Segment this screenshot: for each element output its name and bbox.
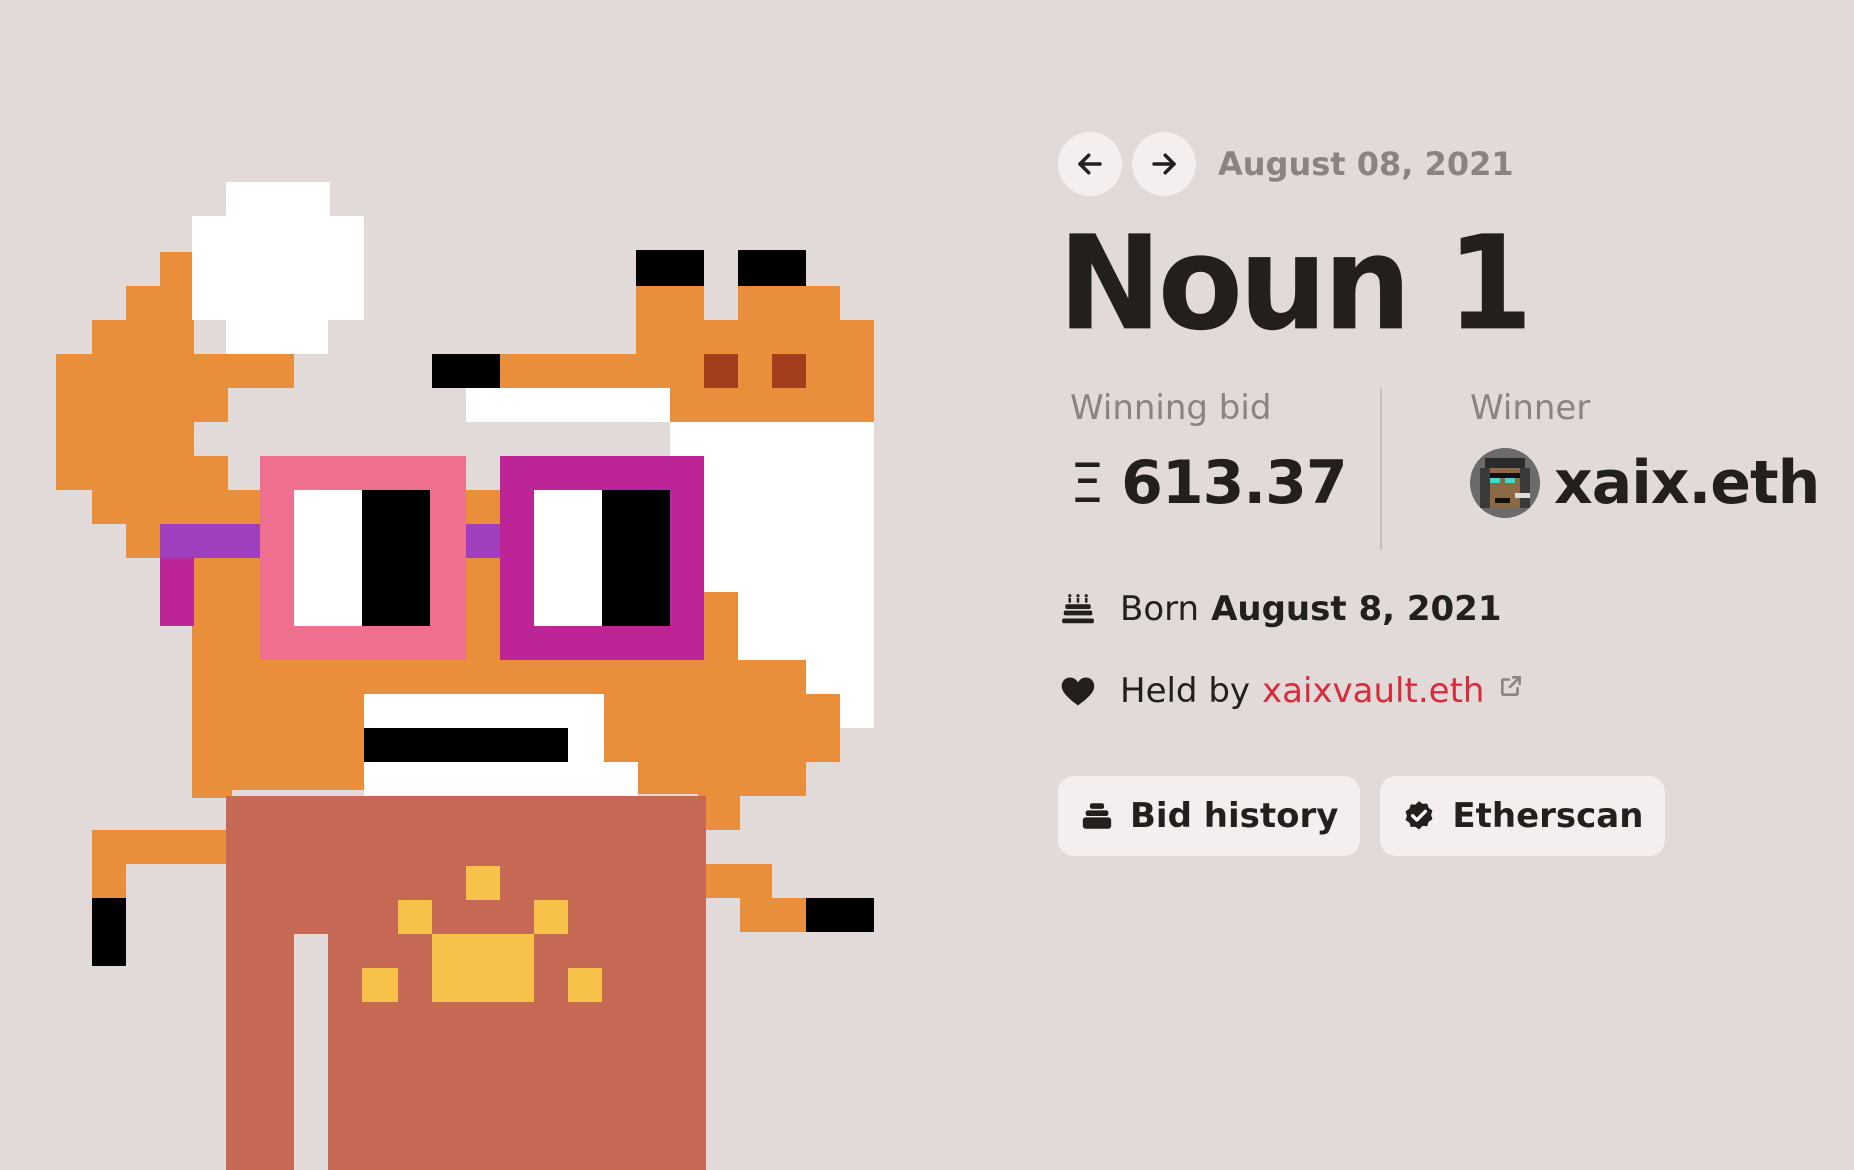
auction-date: August 08, 2021 [1218,145,1514,183]
winning-bid-label: Winning bid [1070,388,1272,429]
bid-history-label: Bid history [1130,796,1339,837]
winner-section: Winner xaix.eth [1470,388,1820,550]
previous-noun-button[interactable] [1058,132,1122,196]
winner-value[interactable]: xaix.eth [1470,448,1820,519]
winner-label: Winner [1470,388,1591,429]
noun-body [226,796,706,1170]
born-prefix: Born [1120,589,1200,630]
external-link-icon[interactable] [1498,673,1524,699]
verified-badge-icon [1405,801,1433,830]
action-buttons: Bid history Etherscan [1058,776,1838,857]
heart-icon [1058,671,1098,711]
mouth [364,694,638,796]
next-noun-button[interactable] [1132,132,1196,196]
cake-icon [1058,589,1098,629]
page-title: Noun 1 [1058,208,1533,360]
bid-history-button[interactable]: Bid history [1058,776,1361,857]
auction-info: August 08, 2021 Noun 1 Winning bid Ξ 613… [1058,130,1838,857]
held-by-row: Held by xaixvault.eth [1058,666,1838,716]
held-by-prefix: Held by [1120,671,1251,712]
auction-stats: Winning bid Ξ 613.37 Winner xaix.eth [1058,388,1838,551]
stack-icon [1082,803,1112,829]
born-date: August 8, 2021 [1211,589,1502,630]
auction-nav: August 08, 2021 [1058,130,1838,198]
punk-avatar-icon [1470,448,1540,519]
arrow-right-icon [1152,153,1176,175]
eth-symbol: Ξ [1070,451,1104,515]
arrow-left-icon [1078,153,1102,175]
etherscan-label: Etherscan [1452,796,1644,837]
winning-bid-section: Winning bid Ξ 613.37 [1058,388,1380,550]
winner-name: xaix.eth [1554,448,1820,519]
winning-bid-amount: 613.37 [1121,448,1348,519]
noun-artwork [0,0,1050,1170]
etherscan-button[interactable]: Etherscan [1380,776,1666,857]
stats-divider [1380,388,1382,551]
winning-bid-value: Ξ 613.37 [1070,448,1380,518]
owner-link[interactable]: xaixvault.eth [1262,671,1484,711]
born-row: Born August 8, 2021 [1058,584,1838,634]
